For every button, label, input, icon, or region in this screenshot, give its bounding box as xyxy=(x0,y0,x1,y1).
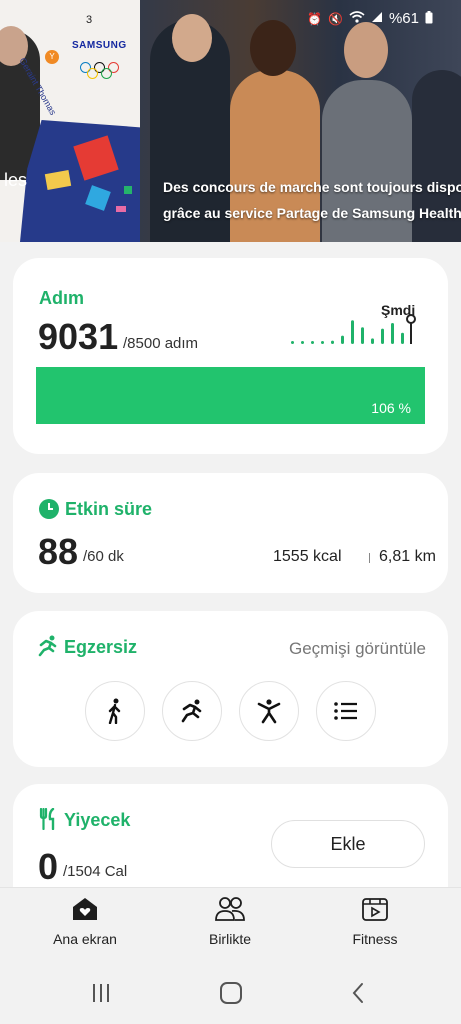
nav-home[interactable]: Ana ekran xyxy=(25,896,145,947)
nav-together-label: Birlikte xyxy=(208,931,251,947)
battery-icon xyxy=(425,10,433,27)
banner-side-text: les xyxy=(4,170,28,190)
running-icon xyxy=(37,635,59,662)
now-marker-icon xyxy=(406,314,416,324)
decor-square xyxy=(124,186,132,194)
alarm-icon: ⏰ xyxy=(307,11,323,26)
running-button[interactable] xyxy=(162,681,222,741)
hourly-bar xyxy=(391,323,394,344)
battery-percent: %61 xyxy=(388,10,419,27)
caption-line-2: grâce au service Partage de Samsung Heal… xyxy=(163,205,461,221)
banner-caption: Des concours de marche sont toujours dis… xyxy=(163,174,461,226)
hourly-bar xyxy=(401,332,404,344)
running-icon xyxy=(181,699,202,723)
clock-icon xyxy=(39,499,59,524)
mute-icon: 🔇 xyxy=(328,11,343,26)
status-bar: ⏰ 🔇 %61 xyxy=(307,10,433,27)
steps-goal: /8500 adım xyxy=(123,335,199,352)
nav-fitness-label: Fitness xyxy=(352,931,398,947)
person-head xyxy=(172,14,212,62)
back-button[interactable] xyxy=(350,982,366,1009)
steps-progress-bar: 106 % xyxy=(36,367,425,424)
exercise-card[interactable]: Egzersiz Geçmişi görüntüle xyxy=(13,611,448,767)
home-heart-icon xyxy=(73,898,97,920)
samsung-logo: SAMSUNG xyxy=(72,40,127,51)
active-minutes: 88 xyxy=(38,531,79,572)
add-food-button[interactable]: Ekle xyxy=(271,820,425,868)
nav-together[interactable]: Birlikte xyxy=(170,896,290,947)
walking-icon xyxy=(108,698,121,724)
wifi-icon xyxy=(349,11,365,26)
view-history-link[interactable]: Geçmişi görüntüle xyxy=(289,639,426,659)
food-goal: /1504 Cal xyxy=(63,863,128,880)
distance-value: 6,81 km xyxy=(379,548,436,565)
steps-card[interactable]: Adım 9031 /8500 adım Şmdi 106 % xyxy=(13,258,448,454)
hourly-bar xyxy=(301,341,304,344)
list-icon xyxy=(334,702,357,720)
workout-icon xyxy=(257,699,281,724)
home-button[interactable] xyxy=(219,982,243,1009)
hourly-bar xyxy=(341,335,344,344)
active-time-card[interactable]: Etkin süre 88 /60 dk 1555 kcal 6,81 km xyxy=(13,473,448,593)
system-navigation xyxy=(0,964,461,1024)
promo-banner[interactable]: 3 SAMSUNG Y Geraint Thomas les Des conco… xyxy=(0,0,461,242)
hourly-bar xyxy=(361,327,364,344)
person-head xyxy=(344,22,388,78)
workout-button[interactable] xyxy=(239,681,299,741)
hourly-bar xyxy=(311,341,314,344)
recent-apps-button[interactable] xyxy=(90,982,112,1009)
steps-count: 9031 xyxy=(38,316,119,357)
nav-home-label: Ana ekran xyxy=(53,931,117,947)
play-box-icon xyxy=(362,898,388,921)
bottom-navigation: Ana ekran Birlikte Fitness xyxy=(0,887,461,964)
hourly-bar xyxy=(371,338,374,344)
hourly-bar xyxy=(381,328,384,344)
food-amount: 0 xyxy=(38,846,59,887)
nav-fitness[interactable]: Fitness xyxy=(315,896,435,947)
person-head xyxy=(250,20,296,76)
signal-icon xyxy=(371,11,383,26)
steps-percent: 106 % xyxy=(371,400,411,416)
hourly-bar xyxy=(321,341,324,344)
people-icon xyxy=(215,897,245,921)
olympic-rings-icon xyxy=(80,62,120,82)
steps-title: Adım xyxy=(39,288,84,308)
home-icon xyxy=(220,982,242,1004)
food-title: Yiyecek xyxy=(64,810,131,830)
active-goal: /60 dk xyxy=(83,548,124,565)
hourly-bar xyxy=(291,341,294,344)
caption-line-1: Des concours de marche sont toujours dis… xyxy=(163,179,461,195)
hourly-steps-chart xyxy=(291,314,416,344)
hourly-bar xyxy=(331,340,334,344)
badge: Y xyxy=(45,50,59,64)
food-card[interactable]: Yiyecek 0 /1504 Cal Ekle xyxy=(13,784,448,894)
exercise-list-button[interactable] xyxy=(316,681,376,741)
decor-square xyxy=(116,206,126,212)
banner-counter: 3 xyxy=(86,14,93,26)
calories-value: 1555 kcal xyxy=(273,548,342,565)
hourly-bar xyxy=(351,320,354,344)
divider xyxy=(369,553,370,563)
fork-knife-icon xyxy=(39,807,57,835)
walking-button[interactable] xyxy=(85,681,145,741)
recent-apps-icon xyxy=(93,984,109,1002)
torn-paper-shape xyxy=(20,120,140,242)
exercise-title: Egzersiz xyxy=(64,637,138,657)
back-icon xyxy=(352,983,363,1003)
active-time-title: Etkin süre xyxy=(65,499,153,519)
